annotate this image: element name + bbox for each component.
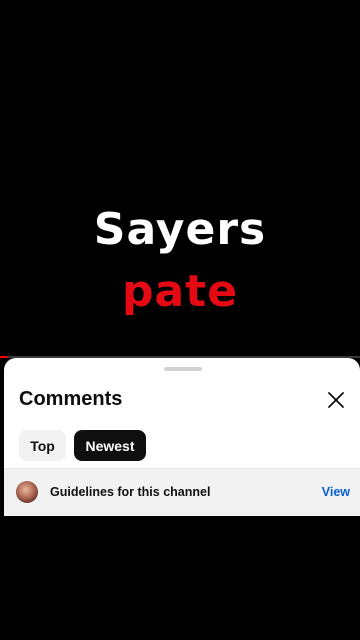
comments-sheet: Comments Top Newest Guidelines for this … bbox=[4, 358, 360, 516]
filter-chip-top[interactable]: Top bbox=[19, 430, 66, 461]
video-caption-line-1: Sayers bbox=[93, 204, 267, 255]
video-caption-line-2: pate bbox=[121, 266, 239, 317]
comments-title: Comments bbox=[19, 388, 123, 410]
view-guidelines-link[interactable]: View bbox=[322, 485, 350, 499]
guidelines-text: Guidelines for this channel bbox=[50, 485, 211, 499]
close-icon bbox=[328, 392, 344, 408]
video-progress-fill bbox=[0, 356, 8, 358]
avatar bbox=[16, 481, 38, 503]
video-player[interactable]: Sayers pate bbox=[0, 0, 360, 358]
drag-handle[interactable] bbox=[164, 367, 202, 371]
channel-guidelines-row[interactable]: Guidelines for this channel View bbox=[4, 468, 360, 516]
filter-chip-newest[interactable]: Newest bbox=[74, 430, 146, 461]
close-button[interactable] bbox=[322, 386, 350, 414]
